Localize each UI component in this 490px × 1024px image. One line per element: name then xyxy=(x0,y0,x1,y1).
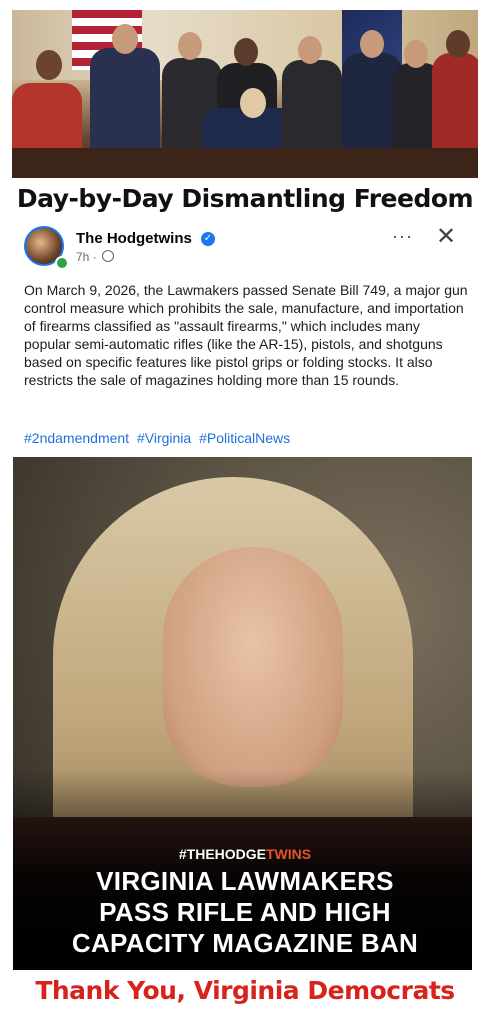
image-hashtag: #THEHODGETWINS xyxy=(0,846,490,862)
online-status-dot xyxy=(55,256,69,270)
photo-person-head xyxy=(240,88,266,118)
photo-person-head xyxy=(178,32,202,60)
top-photo xyxy=(12,10,478,178)
hashtag-link[interactable]: #2ndamendment xyxy=(24,430,129,446)
author-name[interactable]: The Hodgetwins xyxy=(76,230,192,247)
image-hashtag-prefix: #THEHODGE xyxy=(178,846,266,862)
photo-person-head xyxy=(446,30,470,58)
post-time: 7h xyxy=(76,250,90,264)
photo-person-head xyxy=(36,50,62,80)
hashtag-list: #2ndamendment #Virginia #PoliticalNews xyxy=(24,430,294,446)
footer-caption: Thank You, Virginia Democrats xyxy=(35,976,455,1005)
post-header: The Hodgetwins ✓ 7h · ··· ✕ xyxy=(24,223,464,270)
photo-desk xyxy=(12,148,478,178)
image-headline-line: PASS RIFLE AND HIGH xyxy=(99,897,391,927)
photo-face xyxy=(163,547,343,787)
hashtag-link[interactable]: #PoliticalNews xyxy=(199,430,290,446)
more-icon[interactable]: ··· xyxy=(392,226,413,247)
hashtag-link[interactable]: #Virginia xyxy=(137,430,191,446)
photo-person-head xyxy=(404,40,428,68)
globe-icon xyxy=(102,250,115,262)
image-headline: VIRGINIA LAWMAKERS PASS RIFLE AND HIGH C… xyxy=(0,866,490,959)
photo-person-head xyxy=(234,38,258,66)
headline: Day-by-Day Dismantling Freedom xyxy=(16,184,474,213)
meta-separator: · xyxy=(92,250,97,264)
image-headline-line: VIRGINIA LAWMAKERS xyxy=(96,866,394,896)
photo-person-head xyxy=(360,30,384,58)
close-icon[interactable]: ✕ xyxy=(436,222,456,251)
photo-person-head xyxy=(112,24,138,54)
post-body: On March 9, 2026, the Lawmakers passed S… xyxy=(24,282,468,388)
verified-icon: ✓ xyxy=(201,232,215,246)
image-hashtag-accent: TWINS xyxy=(266,846,312,862)
post-meta[interactable]: 7h · xyxy=(76,250,115,264)
photo-person-head xyxy=(298,36,322,64)
image-headline-line: CAPACITY MAGAZINE BAN xyxy=(71,928,419,958)
